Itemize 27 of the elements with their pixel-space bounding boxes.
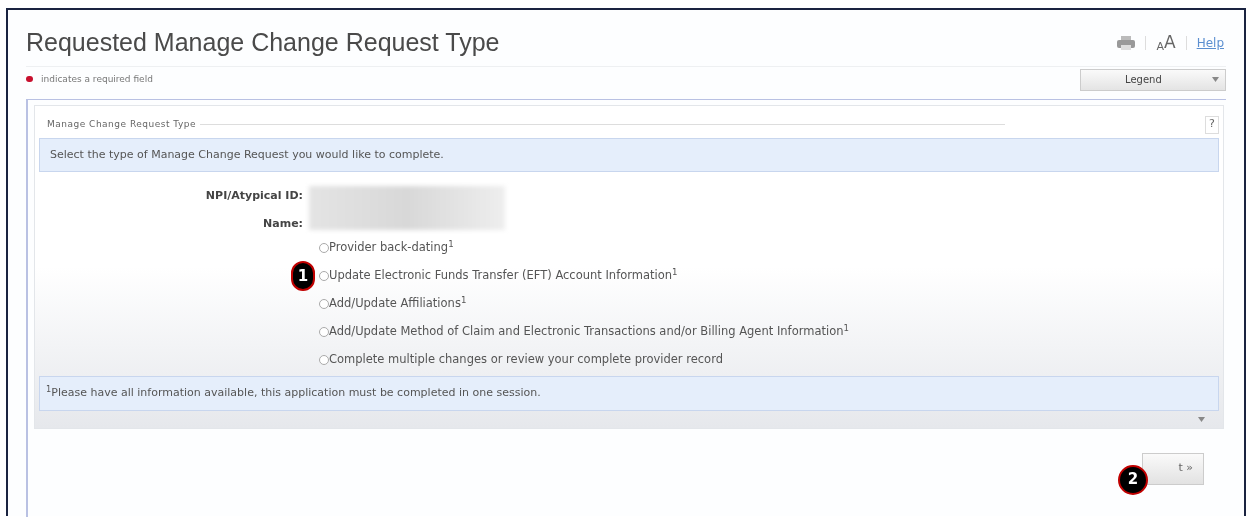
callout-badge: 2 <box>1118 464 1148 495</box>
printer-icon[interactable] <box>1117 35 1136 50</box>
field-label: NPI/Atypical ID: <box>205 188 303 204</box>
page-title: Requested Manage Change Request Type <box>26 27 500 58</box>
option-label: Add/Update Affiliations$^{1}$ <box>329 295 467 313</box>
required-marker-icon <box>26 76 33 83</box>
legend-dropdown[interactable]: Legend <box>1080 68 1226 91</box>
collapse-arrow-icon[interactable] <box>1198 416 1205 422</box>
option-label: Provider back-dating$^{1}$ <box>329 239 454 257</box>
required-note: indicates a required field <box>41 72 153 86</box>
field-label: Name: <box>263 215 303 232</box>
instruction-banner: Select the type of Manage Change Request you would like to complete. <box>39 137 1219 172</box>
help-link[interactable]: Help <box>1196 33 1224 52</box>
option-label: Update Electronic Funds Transfer (EFT) Account Information$^{1}$ <box>329 267 678 285</box>
footnote-banner: $^{1}$Please have all information available, this application must be completed in one session. <box>39 376 1219 411</box>
radio-button[interactable] <box>319 271 329 281</box>
caret-icon <box>1212 77 1219 82</box>
radio-button[interactable] <box>319 355 329 365</box>
radio-button[interactable] <box>319 299 329 309</box>
radio-button[interactable] <box>319 243 329 253</box>
section-legend: Manage Change Request Type <box>39 117 201 132</box>
help-button[interactable]: ? <box>1205 115 1219 134</box>
callout-badge: 1 <box>291 261 315 291</box>
option-label: Complete multiple changes or review your complete provider record <box>329 351 723 369</box>
next-button[interactable]: t » <box>1142 452 1204 485</box>
radio-button[interactable] <box>319 327 329 337</box>
option-label: Add/Update Method of Claim and Electronic Transactions and/or Billing Agent Information$^{1}$ <box>329 323 849 341</box>
